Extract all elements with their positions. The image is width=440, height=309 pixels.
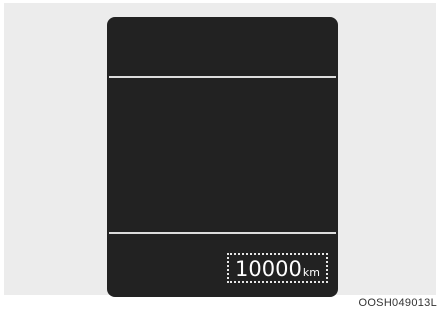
image-code-label: OOSH049013L [358, 297, 437, 309]
odometer-unit: km [302, 266, 320, 279]
display-divider-bottom [109, 232, 336, 234]
odometer-value: 10000 [235, 257, 302, 281]
display-divider-top [109, 76, 336, 78]
lcd-display-panel: 10000 km [107, 17, 338, 297]
odometer-readout: 10000 km [227, 253, 328, 283]
